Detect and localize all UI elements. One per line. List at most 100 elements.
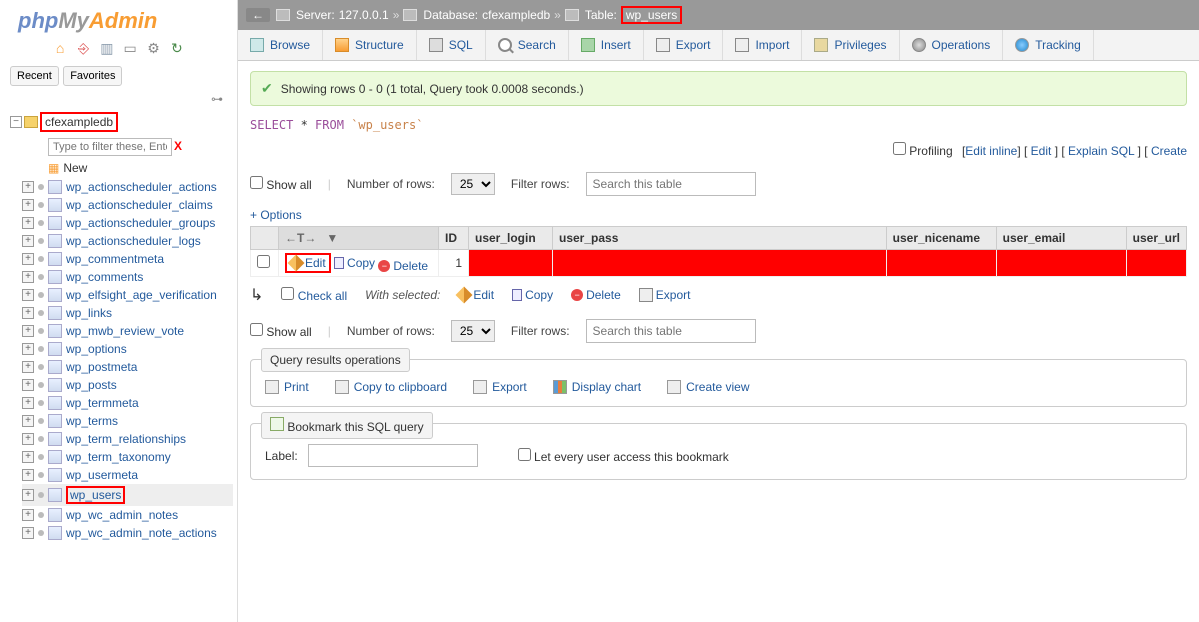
sidebar-table-row[interactable]: + wp_postmeta bbox=[22, 358, 233, 376]
profiling-checkbox[interactable] bbox=[893, 142, 906, 155]
edit-inline-link[interactable]: Edit inline bbox=[965, 144, 1017, 158]
copy-row-link[interactable]: Copy bbox=[334, 256, 375, 270]
tab-export[interactable]: Export bbox=[644, 30, 724, 60]
th-user-url[interactable]: user_url bbox=[1126, 227, 1186, 250]
table-name[interactable]: wp_postmeta bbox=[66, 360, 137, 374]
table-name[interactable]: wp_actionscheduler_logs bbox=[66, 234, 201, 248]
expand-table-icon[interactable]: + bbox=[22, 343, 34, 355]
expand-table-icon[interactable]: + bbox=[22, 253, 34, 265]
tab-browse[interactable]: Browse bbox=[238, 30, 323, 60]
tab-insert[interactable]: Insert bbox=[569, 30, 644, 60]
th-user-email[interactable]: user_email bbox=[996, 227, 1126, 250]
tab-operations[interactable]: Operations bbox=[900, 30, 1004, 60]
docs-icon[interactable]: ▭ bbox=[122, 40, 138, 56]
collapse-db-icon[interactable]: − bbox=[10, 116, 22, 128]
batch-edit-link[interactable]: Edit bbox=[458, 288, 494, 302]
filterrows-input-b[interactable] bbox=[586, 319, 756, 343]
sql-icon[interactable]: ▥ bbox=[99, 40, 115, 56]
sidebar-table-row[interactable]: +wp_mwb_review_vote bbox=[22, 322, 233, 340]
crumb-table[interactable]: wp_users bbox=[626, 8, 677, 22]
recent-button[interactable]: Recent bbox=[10, 66, 59, 86]
numrows-select-b[interactable]: 25 bbox=[451, 320, 495, 342]
checkall-checkbox[interactable] bbox=[281, 287, 294, 300]
batch-export-link[interactable]: Export bbox=[639, 288, 691, 302]
profiling-toggle[interactable]: Profiling bbox=[893, 144, 953, 158]
create-link[interactable]: Create bbox=[1151, 144, 1187, 158]
table-name[interactable]: wp_posts bbox=[66, 378, 117, 392]
delete-row-link[interactable]: −Delete bbox=[378, 259, 428, 273]
expand-table-icon[interactable]: + bbox=[22, 199, 34, 211]
filterrows-input[interactable] bbox=[586, 172, 756, 196]
showall-checkbox-b[interactable] bbox=[250, 323, 263, 336]
expand-table-icon[interactable]: + bbox=[22, 289, 34, 301]
sidebar-table-row[interactable]: +wp_commentmeta bbox=[22, 250, 233, 268]
table-name[interactable]: wp_termmeta bbox=[66, 396, 139, 410]
sidebar-table-row[interactable]: + wp_users bbox=[22, 484, 233, 506]
tab-structure[interactable]: Structure bbox=[323, 30, 417, 60]
th-user-pass[interactable]: user_pass bbox=[553, 227, 887, 250]
table-name[interactable]: wp_actionscheduler_claims bbox=[66, 198, 213, 212]
favorites-button[interactable]: Favorites bbox=[63, 66, 122, 86]
back-icon[interactable]: ← bbox=[246, 8, 270, 22]
tab-tracking[interactable]: Tracking bbox=[1003, 30, 1094, 60]
table-row[interactable]: Edit Copy −Delete 1 bbox=[251, 250, 1187, 277]
bkm-every-toggle[interactable]: Let every user access this bookmark bbox=[518, 448, 729, 464]
crumb-db[interactable]: cfexampledb bbox=[482, 8, 550, 22]
table-name[interactable]: wp_actionscheduler_groups bbox=[66, 216, 215, 230]
db-root[interactable]: − cfexampledb bbox=[4, 110, 233, 136]
row-checkbox[interactable] bbox=[257, 255, 270, 268]
sidebar-table-row[interactable]: + wp_options bbox=[22, 340, 233, 358]
th-actions[interactable]: ←T→ ▼ bbox=[279, 227, 439, 250]
sidebar-table-row[interactable]: +wp_wc_admin_notes bbox=[22, 506, 233, 524]
edit-row-link[interactable]: Edit bbox=[305, 256, 326, 270]
sidebar-table-row[interactable]: +wp_actionscheduler_groups bbox=[22, 214, 233, 232]
checkall-toggle[interactable]: Check all bbox=[281, 287, 347, 303]
sidebar-table-row[interactable]: + wp_term_taxonomy bbox=[22, 448, 233, 466]
expand-table-icon[interactable]: + bbox=[22, 307, 34, 319]
table-name[interactable]: wp_options bbox=[66, 342, 127, 356]
sidebar-table-row[interactable]: +wp_termmeta bbox=[22, 394, 233, 412]
expand-table-icon[interactable]: + bbox=[22, 433, 34, 445]
sidebar-table-row[interactable]: + wp_wc_admin_note_actions bbox=[22, 524, 233, 542]
expand-table-icon[interactable]: + bbox=[22, 489, 34, 501]
th-user-login[interactable]: user_login bbox=[469, 227, 553, 250]
showall-toggle-b[interactable]: Show all bbox=[250, 323, 312, 339]
sidebar-table-row[interactable]: +wp_term_relationships bbox=[22, 430, 233, 448]
table-name[interactable]: wp_usermeta bbox=[66, 468, 138, 482]
expand-table-icon[interactable]: + bbox=[22, 325, 34, 337]
sidebar-table-row[interactable]: + wp_actionscheduler_logs bbox=[22, 232, 233, 250]
sidebar-table-row[interactable]: + wp_actionscheduler_claims bbox=[22, 196, 233, 214]
showall-toggle[interactable]: Show all bbox=[250, 176, 312, 192]
home-icon[interactable]: ⌂ bbox=[52, 40, 68, 56]
export-results-link[interactable]: Export bbox=[473, 380, 527, 394]
clear-filter-icon[interactable]: X bbox=[174, 139, 182, 153]
table-filter-input[interactable] bbox=[48, 138, 172, 156]
expand-table-icon[interactable]: + bbox=[22, 181, 34, 193]
sidebar-table-row[interactable]: + wp_usermeta bbox=[22, 466, 233, 484]
expand-table-icon[interactable]: + bbox=[22, 361, 34, 373]
bkm-every-checkbox[interactable] bbox=[518, 448, 531, 461]
expand-table-icon[interactable]: + bbox=[22, 451, 34, 463]
tab-sql[interactable]: SQL bbox=[417, 30, 486, 60]
db-name[interactable]: cfexampledb bbox=[45, 115, 113, 129]
sidebar-table-row[interactable]: +wp_links bbox=[22, 304, 233, 322]
table-name[interactable]: wp_users bbox=[70, 488, 121, 502]
explain-sql-link[interactable]: Explain SQL bbox=[1068, 144, 1134, 158]
expand-table-icon[interactable]: + bbox=[22, 415, 34, 427]
display-chart-link[interactable]: Display chart bbox=[553, 380, 641, 394]
expand-table-icon[interactable]: + bbox=[22, 527, 34, 539]
table-name[interactable]: wp_terms bbox=[66, 414, 118, 428]
batch-delete-link[interactable]: −Delete bbox=[571, 288, 621, 302]
edit-query-link[interactable]: Edit bbox=[1031, 144, 1052, 158]
table-name[interactable]: wp_term_taxonomy bbox=[66, 450, 171, 464]
logo[interactable]: phpMyAdmin bbox=[0, 0, 237, 38]
sidebar-table-row[interactable]: +wp_comments bbox=[22, 268, 233, 286]
th-id[interactable]: ID bbox=[439, 227, 469, 250]
expand-table-icon[interactable]: + bbox=[22, 235, 34, 247]
expand-table-icon[interactable]: + bbox=[22, 469, 34, 481]
table-name[interactable]: wp_wc_admin_note_actions bbox=[66, 526, 217, 540]
create-view-link[interactable]: Create view bbox=[667, 380, 749, 394]
crumb-server[interactable]: 127.0.0.1 bbox=[339, 8, 389, 22]
tab-import[interactable]: Import bbox=[723, 30, 802, 60]
settings-icon[interactable]: ⚙ bbox=[146, 40, 162, 56]
